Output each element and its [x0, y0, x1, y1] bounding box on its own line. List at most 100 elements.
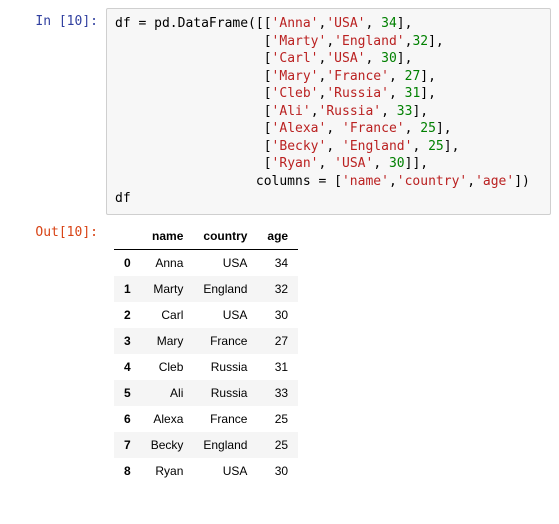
row-index: 5: [114, 380, 141, 406]
code-token: ,: [381, 104, 397, 119]
row-index: 4: [114, 354, 141, 380]
cell-name: Anna: [141, 250, 194, 277]
code-token: 'Cleb': [272, 86, 319, 101]
cell-country: England: [193, 432, 257, 458]
code-token: ,: [389, 174, 397, 189]
row-index: 6: [114, 406, 141, 432]
code-token: 'Russia': [326, 86, 389, 101]
code-input[interactable]: df = pd.DataFrame([['Anna','USA', 34], […: [106, 8, 551, 215]
row-index: 2: [114, 302, 141, 328]
cell-age: 25: [257, 406, 298, 432]
table-body: 0AnnaUSA341MartyEngland322CarlUSA303Mary…: [114, 250, 298, 485]
code-token: 'England': [342, 139, 412, 154]
code-token: 'England': [334, 34, 404, 49]
code-token: 27: [405, 69, 421, 84]
row-index: 7: [114, 432, 141, 458]
cell-name: Ali: [141, 380, 194, 406]
code-token: ,: [326, 139, 342, 154]
cell-country: USA: [193, 250, 257, 277]
code-token: 'name': [342, 174, 389, 189]
cell-age: 32: [257, 276, 298, 302]
code-token: ,: [389, 86, 405, 101]
cell-age: 30: [257, 458, 298, 484]
table-header-cell: country: [193, 223, 257, 250]
code-token: 'USA': [326, 51, 365, 66]
code-token: 'Ali': [272, 104, 311, 119]
code-token: 'Becky': [272, 139, 327, 154]
code-token: 'France': [326, 69, 389, 84]
table-row: 0AnnaUSA34: [114, 250, 298, 277]
output-cell: Out[10]: namecountryage 0AnnaUSA341Marty…: [8, 219, 551, 484]
code-token: 34: [381, 16, 397, 31]
cell-country: France: [193, 406, 257, 432]
code-token: 'France': [342, 121, 405, 136]
code-token: 'country': [397, 174, 467, 189]
code-token: 30: [381, 51, 397, 66]
cell-age: 30: [257, 302, 298, 328]
dataframe-table: namecountryage 0AnnaUSA341MartyEngland32…: [114, 223, 298, 484]
code-token: ,: [365, 16, 381, 31]
cell-country: Russia: [193, 380, 257, 406]
code-token: ,: [467, 174, 475, 189]
code-token: 25: [420, 121, 436, 136]
cell-country: USA: [193, 302, 257, 328]
cell-name: Carl: [141, 302, 194, 328]
code-token: ,: [412, 139, 428, 154]
code-token: 'Russia': [319, 104, 382, 119]
table-row: 1MartyEngland32: [114, 276, 298, 302]
table-header-blank: [114, 223, 141, 250]
code-token: 'Ryan': [272, 156, 319, 171]
table-row: 6AlexaFrance25: [114, 406, 298, 432]
cell-country: USA: [193, 458, 257, 484]
code-token: ,: [365, 51, 381, 66]
cell-name: Becky: [141, 432, 194, 458]
code-token: ,: [389, 69, 405, 84]
code-token: 'age': [475, 174, 514, 189]
code-token: ,: [373, 156, 389, 171]
cell-name: Marty: [141, 276, 194, 302]
code-token: 'Marty': [272, 34, 327, 49]
table-row: 2CarlUSA30: [114, 302, 298, 328]
code-token: 30: [389, 156, 405, 171]
row-index: 0: [114, 250, 141, 277]
cell-age: 27: [257, 328, 298, 354]
cell-name: Cleb: [141, 354, 194, 380]
code-token: 25: [428, 139, 444, 154]
code-token: 'Anna': [272, 16, 319, 31]
code-token: ,: [326, 121, 342, 136]
code-token: 33: [397, 104, 413, 119]
output-prompt: Out[10]:: [8, 219, 106, 240]
table-row: 7BeckyEngland25: [114, 432, 298, 458]
input-prompt: In [10]:: [8, 8, 106, 29]
code-token: 'Alexa': [272, 121, 327, 136]
table-header-cell: name: [141, 223, 194, 250]
table-row: 5AliRussia33: [114, 380, 298, 406]
row-index: 3: [114, 328, 141, 354]
row-index: 8: [114, 458, 141, 484]
input-cell: In [10]: df = pd.DataFrame([['Anna','USA…: [8, 8, 551, 215]
code-token: 'USA': [334, 156, 373, 171]
table-row: 4ClebRussia31: [114, 354, 298, 380]
output-area: namecountryage 0AnnaUSA341MartyEngland32…: [106, 219, 551, 484]
table-header-row: namecountryage: [114, 223, 298, 250]
code-token: 'Mary': [272, 69, 319, 84]
code-token: ,: [311, 104, 319, 119]
table-row: 8RyanUSA30: [114, 458, 298, 484]
cell-name: Alexa: [141, 406, 194, 432]
code-token: ,: [319, 156, 335, 171]
code-token: 'USA': [326, 16, 365, 31]
code-token: 'Carl': [272, 51, 319, 66]
cell-country: Russia: [193, 354, 257, 380]
code-token: ,: [326, 34, 334, 49]
cell-age: 31: [257, 354, 298, 380]
cell-country: France: [193, 328, 257, 354]
code-token: ,: [405, 121, 421, 136]
cell-age: 33: [257, 380, 298, 406]
code-token: 32: [412, 34, 428, 49]
code-token: df = pd.DataFrame([[: [115, 16, 272, 31]
row-index: 1: [114, 276, 141, 302]
table-row: 3MaryFrance27: [114, 328, 298, 354]
cell-age: 34: [257, 250, 298, 277]
cell-age: 25: [257, 432, 298, 458]
code-token: 31: [405, 86, 421, 101]
